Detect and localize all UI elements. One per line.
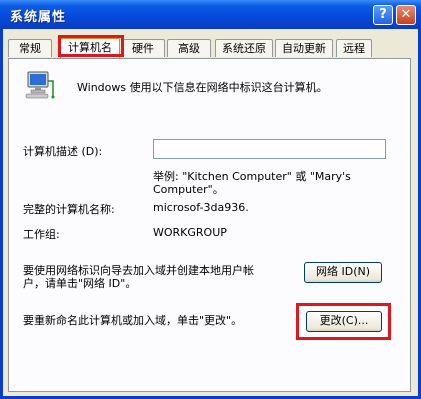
tab-hardware[interactable]: 硬件 (121, 39, 165, 57)
example-text-line2: Computer"。 (153, 183, 224, 196)
title-bar[interactable]: 系统属性 ? ✕ (0, 0, 421, 29)
help-button[interactable]: ? (373, 5, 393, 25)
description-label: 计算机描述 (D): (23, 145, 103, 158)
network-id-button[interactable]: 网络 ID(N) (304, 262, 382, 283)
tab-general[interactable]: 常规 (8, 39, 52, 57)
close-button[interactable]: ✕ (396, 5, 416, 25)
computer-network-icon (25, 71, 55, 99)
rename-description: 要重新命名此计算机或加入域，单击"更改"。 (23, 314, 243, 327)
tab-advanced[interactable]: 高级 (167, 39, 211, 57)
tab-automatic-updates[interactable]: 自动更新 (275, 39, 333, 57)
system-properties-window: 系统属性 ? ✕ 常规 计算机名 硬件 高级 系统还原 自动更新 远程 Wind… (0, 0, 421, 399)
change-button-highlight-box (296, 303, 391, 340)
tab-highlight-box (58, 35, 124, 57)
window-title: 系统属性 (10, 10, 67, 25)
workgroup-label: 工作组: (23, 228, 60, 241)
tab-system-restore[interactable]: 系统还原 (215, 39, 273, 57)
computer-name-panel: Windows 使用以下信息在网络中标识这台计算机。 计算机描述 (D): 举例… (8, 58, 411, 392)
computer-description-input[interactable] (153, 139, 386, 159)
full-computer-name-value: microsof-3da936. (153, 201, 249, 214)
full-computer-name-label: 完整的计算机名称: (23, 203, 115, 216)
network-id-description-line2: 户，请单击"网络 ID"。 (23, 277, 137, 290)
tab-remote[interactable]: 远程 (336, 39, 372, 57)
dialog-client-area: 常规 计算机名 硬件 高级 系统还原 自动更新 远程 Windows 使用以下信… (3, 29, 418, 396)
workgroup-value: WORKGROUP (153, 226, 227, 239)
intro-text: Windows 使用以下信息在网络中标识这台计算机。 (77, 81, 328, 94)
